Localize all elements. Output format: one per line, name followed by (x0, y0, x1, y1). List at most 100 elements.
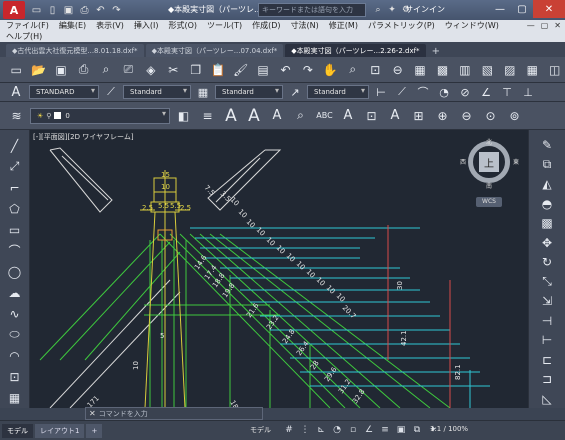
star-icon[interactable]: ✦ (386, 3, 398, 16)
markup-icon[interactable]: ▨ (500, 59, 520, 80)
layer-icon[interactable]: ◫ (545, 59, 565, 80)
stretch-icon[interactable]: ⇲ (536, 292, 558, 311)
line-icon[interactable]: ╱ (4, 136, 26, 155)
table-style-select[interactable]: Standard (215, 85, 283, 99)
menu-file[interactable]: ファイル(F) (6, 20, 49, 31)
menu-parametric[interactable]: パラメトリック(P) (368, 20, 435, 31)
drawing-canvas[interactable]: 15 10 5.5 2.5 2.5 5.5 7.5 3.5 10 10 10 1… (30, 130, 528, 408)
new-file-icon[interactable]: ▭ (6, 59, 26, 80)
menu-draw[interactable]: 作成(D) (252, 20, 280, 31)
array-icon[interactable]: ▩ (536, 214, 558, 233)
autocad-logo[interactable]: A (3, 1, 25, 19)
lineweight-icon[interactable]: ≡ (378, 423, 392, 437)
paste-icon[interactable]: 📋 (208, 59, 228, 80)
tool-palettes-icon[interactable]: ▥ (455, 59, 475, 80)
save-icon[interactable]: ▣ (61, 3, 76, 17)
signin-button[interactable]: サインイン (405, 4, 445, 15)
transparency-icon[interactable]: ▣ (394, 423, 408, 437)
undo-icon[interactable]: ↶ (93, 3, 108, 17)
dim-diameter-icon[interactable]: ⊘ (456, 84, 474, 101)
minimize-button[interactable]: — (489, 0, 511, 18)
match-properties-icon[interactable]: 🖌 (230, 59, 250, 80)
menu-view[interactable]: 表示(V) (96, 20, 124, 31)
compass-south[interactable]: 南 (486, 181, 492, 190)
mirror-icon[interactable]: ◭ (536, 175, 558, 194)
zoom-in-icon[interactable]: ⊕ (432, 105, 453, 126)
erase-icon[interactable]: ✎ (536, 136, 558, 155)
extend-icon[interactable]: ⊢ (536, 331, 558, 350)
tab-layout1[interactable]: レイアウト1 (35, 423, 85, 438)
design-center-icon[interactable]: ▩ (432, 59, 452, 80)
doc-tab[interactable]: ◆古代出雲大社復元模型...8.01.18.dxf* (6, 44, 144, 57)
text-frame-icon[interactable]: A (385, 108, 405, 123)
doc-tab-active[interactable]: ◆本殿実寸図（パーツレー...2.26-2.dxf* (285, 44, 426, 57)
snap-icon[interactable]: ⋮ (298, 423, 312, 437)
arc-icon[interactable]: ⌒ (4, 241, 26, 260)
search-icon[interactable]: ⌕ (372, 3, 384, 16)
dim-arc-icon[interactable]: ⌒ (414, 84, 432, 101)
revcloud-icon[interactable]: ☁ (4, 283, 26, 302)
dim-radius-icon[interactable]: ◔ (435, 84, 453, 101)
spline-icon[interactable]: ∿ (4, 304, 26, 323)
doc-close-button[interactable]: ✕ (554, 21, 561, 30)
wcs-menu[interactable]: WCS (476, 197, 502, 207)
chamfer-icon[interactable]: ◺ (536, 390, 558, 409)
mleader-style-select[interactable]: Standard (307, 85, 369, 99)
publish-icon[interactable]: ◈ (141, 59, 161, 80)
doc-minimize-button[interactable]: — (527, 21, 535, 30)
print-icon[interactable]: ⎙ (77, 3, 92, 17)
text-icon[interactable]: A (221, 106, 241, 126)
polygon-icon[interactable]: ⬠ (4, 199, 26, 218)
layer-previous-icon[interactable]: ≡ (197, 105, 218, 126)
print-preview-icon[interactable]: ⌕ (96, 59, 116, 80)
calculator-icon[interactable]: ▦ (522, 59, 542, 80)
spell-check-icon[interactable]: ABC (314, 105, 335, 126)
ortho-icon[interactable]: ⊾ (314, 423, 328, 437)
close-icon[interactable]: ✕ (89, 409, 96, 418)
dim-baseline-icon[interactable]: ⊤ (498, 84, 516, 101)
dim-style-select[interactable]: Standard (123, 85, 191, 99)
redo-icon[interactable]: ↷ (298, 59, 318, 80)
compass-west[interactable]: 西 (460, 157, 466, 166)
menu-window[interactable]: ウィンドウ(W) (445, 20, 499, 31)
save-icon[interactable]: ▣ (51, 59, 71, 80)
polyline-icon[interactable]: ⌐ (4, 178, 26, 197)
open-icon[interactable]: ▯ (45, 3, 60, 17)
trim-icon[interactable]: ⊣ (536, 312, 558, 331)
new-tab-button[interactable]: + (428, 46, 444, 57)
maximize-button[interactable]: ▢ (511, 0, 533, 18)
insert-block-icon[interactable]: ⊡ (4, 367, 26, 386)
justify-text-icon[interactable]: ⊡ (361, 105, 382, 126)
block-editor-icon[interactable]: ▤ (253, 59, 273, 80)
move-icon[interactable]: ✥ (536, 234, 558, 253)
ellipse-icon[interactable]: ⬭ (4, 325, 26, 344)
pan-icon[interactable]: ✋ (320, 59, 340, 80)
menu-insert[interactable]: 挿入(I) (134, 20, 159, 31)
viewcube-top-face[interactable]: 上 (479, 152, 499, 172)
zoom-previous-icon[interactable]: ⊖ (387, 59, 407, 80)
find-text-icon[interactable]: ⌕ (290, 105, 311, 126)
annotation-scale[interactable]: 1:1 / 100% (430, 425, 468, 433)
text-scale-icon[interactable]: A (338, 108, 358, 123)
command-input[interactable]: コマンドを入力 (99, 409, 148, 419)
menu-edit[interactable]: 編集(E) (59, 20, 86, 31)
print-icon[interactable]: ⎙ (73, 59, 93, 80)
dim-linear-icon[interactable]: ⊢ (372, 84, 390, 101)
search-input[interactable]: キーワードまたは語句を入力 (258, 3, 366, 17)
cut-icon[interactable]: ✂ (163, 59, 183, 80)
dim-aligned-icon[interactable]: ⟋ (393, 84, 411, 101)
compass-east[interactable]: 東 (513, 157, 519, 166)
zoom-all-icon[interactable]: ⊙ (480, 105, 501, 126)
redo-icon[interactable]: ↷ (109, 3, 124, 17)
layer-properties-icon[interactable]: ≋ (6, 105, 27, 126)
copy-icon[interactable]: ❐ (186, 59, 206, 80)
text-style-select[interactable]: STANDARD (29, 85, 99, 99)
ellipse-arc-icon[interactable]: ◠ (4, 346, 26, 365)
zoom-extents-icon[interactable]: ⊞ (408, 105, 429, 126)
menu-format[interactable]: 形式(O) (168, 20, 197, 31)
join-icon[interactable]: ⊐ (536, 370, 558, 389)
close-button[interactable]: ✕ (533, 0, 565, 18)
osnap-icon[interactable]: ▫ (346, 423, 360, 437)
offset-icon[interactable]: ◓ (536, 195, 558, 214)
make-current-icon[interactable]: ◧ (173, 105, 194, 126)
